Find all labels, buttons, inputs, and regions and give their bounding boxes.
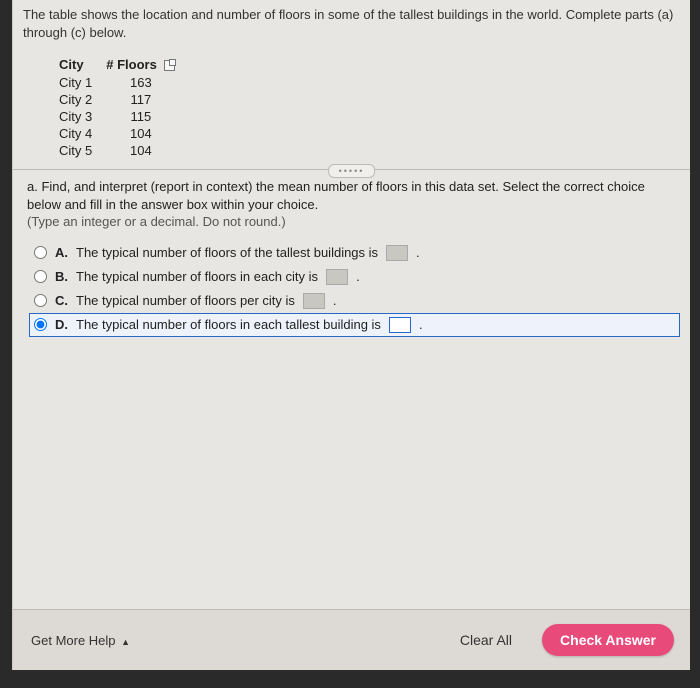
option-d-label: D. xyxy=(55,317,68,332)
check-answer-button[interactable]: Check Answer xyxy=(542,624,674,656)
option-a[interactable]: A. The typical number of floors of the t… xyxy=(29,241,680,265)
option-d[interactable]: D. The typical number of floors in each … xyxy=(29,313,680,337)
drag-handle-icon[interactable]: ••••• xyxy=(328,164,376,178)
question-footer: Get More Help ▲ Clear All Check Answer xyxy=(13,609,690,670)
part-a-prompt: a. Find, and interpret (report in contex… xyxy=(27,178,678,213)
option-b-radio[interactable] xyxy=(34,270,47,283)
clear-all-button[interactable]: Clear All xyxy=(460,632,512,648)
col-header-city: City xyxy=(59,55,106,74)
answer-options: A. The typical number of floors of the t… xyxy=(13,237,690,337)
option-d-radio[interactable] xyxy=(34,318,47,331)
option-d-input[interactable] xyxy=(389,317,411,333)
table-row: City 3115 xyxy=(59,108,189,125)
table-row: City 1163 xyxy=(59,74,189,91)
option-c-radio[interactable] xyxy=(34,294,47,307)
option-a-label: A. xyxy=(55,245,68,260)
blank-area xyxy=(13,337,690,537)
option-c-label: C. xyxy=(55,293,68,308)
option-b[interactable]: B. The typical number of floors in each … xyxy=(29,265,680,289)
question-page: The table shows the location and number … xyxy=(12,0,690,670)
option-a-radio[interactable] xyxy=(34,246,47,259)
option-b-suffix: . xyxy=(356,269,360,284)
part-a-block: a. Find, and interpret (report in contex… xyxy=(13,170,690,237)
table-row: City 4104 xyxy=(59,125,189,142)
option-d-suffix: . xyxy=(419,317,423,332)
option-a-text: The typical number of floors of the tall… xyxy=(76,245,378,260)
question-intro: The table shows the location and number … xyxy=(13,0,690,51)
popout-icon[interactable] xyxy=(164,60,175,71)
option-b-input xyxy=(326,269,348,285)
option-c-input xyxy=(303,293,325,309)
option-c-suffix: . xyxy=(333,293,337,308)
option-c-text: The typical number of floors per city is xyxy=(76,293,295,308)
data-table: City # Floors City 1163 City 2117 City 3… xyxy=(59,55,189,159)
option-b-text: The typical number of floors in each cit… xyxy=(76,269,318,284)
option-a-input xyxy=(386,245,408,261)
col-header-floors: # Floors xyxy=(106,55,189,74)
get-more-help-button[interactable]: Get More Help ▲ xyxy=(31,633,130,648)
part-a-hint: (Type an integer or a decimal. Do not ro… xyxy=(27,213,678,231)
option-a-suffix: . xyxy=(416,245,420,260)
option-d-text: The typical number of floors in each tal… xyxy=(76,317,381,332)
option-c[interactable]: C. The typical number of floors per city… xyxy=(29,289,680,313)
table-row: City 5104 xyxy=(59,142,189,159)
section-divider: ••••• xyxy=(13,169,690,170)
option-b-label: B. xyxy=(55,269,68,284)
table-header-row: City # Floors xyxy=(59,55,189,74)
caret-up-icon: ▲ xyxy=(121,637,130,647)
table-row: City 2117 xyxy=(59,91,189,108)
